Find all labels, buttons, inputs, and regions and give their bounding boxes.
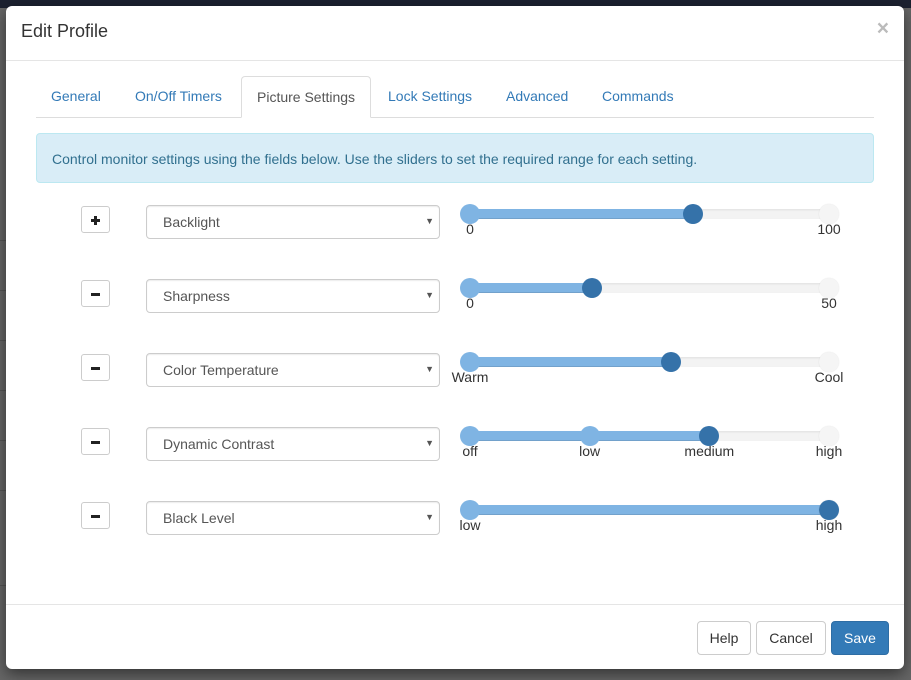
slider-min-handle[interactable] [460,426,480,446]
remove-setting-button[interactable] [81,280,110,307]
setting-select-value: Black Level [163,510,235,526]
slider-min-handle[interactable] [460,500,480,520]
slider-tick-label: high [815,443,843,459]
setting-select-value: Sharpness [163,288,230,304]
range-slider[interactable]: 0 100 [460,204,841,237]
slider-value-handle[interactable] [682,204,703,224]
range-slider[interactable]: Warm Cool [452,352,843,385]
tab-general[interactable]: General [36,76,116,116]
tab-bar: General On/Off Timers Picture Settings L… [36,76,874,118]
slider-max-label: 50 [821,295,837,311]
slider-fill [470,505,829,515]
setting-select[interactable]: Dynamic Contrast ▼ [146,427,440,461]
tab-commands[interactable]: Commands [587,76,689,116]
modal-footer: Help Cancel Save [6,604,904,670]
setting-select[interactable]: Black Level ▼ [146,501,440,535]
range-slider[interactable]: low high [459,500,842,533]
setting-select[interactable]: Sharpness ▼ [146,279,440,313]
slider-max-label: 100 [817,221,841,237]
chevron-down-icon: ▼ [425,216,434,226]
slider-min-handle[interactable] [460,204,480,224]
setting-row: Backlight ▼ 0 100 [6,204,904,266]
add-setting-button[interactable] [81,206,110,233]
setting-row: Color Temperature ▼ Warm Cool [6,352,904,414]
chevron-down-icon: ▼ [425,364,434,374]
slider-value-handle[interactable] [819,500,839,520]
slider-tick-label: low [579,443,601,459]
slider-value-handle[interactable] [661,352,682,372]
slider-value-handle[interactable] [582,278,603,298]
setting-select-value: Color Temperature [163,362,279,378]
setting-row: Sharpness ▼ 0 50 [6,278,904,340]
tab-on-off-timers[interactable]: On/Off Timers [120,76,237,116]
cancel-button[interactable]: Cancel [756,621,826,655]
modal-header: Edit Profile × [6,6,904,61]
slider-max-label: Cool [814,369,844,385]
setting-select[interactable]: Color Temperature ▼ [146,353,440,387]
remove-setting-button[interactable] [81,502,110,529]
setting-select-value: Dynamic Contrast [163,436,275,452]
slider-min-handle[interactable] [460,278,480,298]
chevron-down-icon: ▼ [425,512,434,522]
chevron-down-icon: ▼ [425,438,434,448]
range-slider[interactable]: 0 50 [460,278,839,311]
slider-fill [470,357,672,367]
tab-picture-settings[interactable]: Picture Settings [241,76,372,118]
setting-row: Dynamic Contrast ▼ off low medium high [6,426,904,488]
info-alert: Control monitor settings using the field… [36,133,874,183]
setting-row: Black Level ▼ low high [6,500,904,562]
edit-profile-modal: Edit Profile × General On/Off Timers Pic… [6,6,904,669]
setting-select-value: Backlight [163,214,220,230]
slider-fill [470,209,693,219]
chevron-down-icon: ▼ [425,290,434,300]
remove-setting-button[interactable] [81,354,110,381]
close-icon[interactable]: × [877,18,889,39]
remove-setting-button[interactable] [81,428,110,455]
tab-lock-settings[interactable]: Lock Settings [373,76,487,116]
save-button[interactable]: Save [831,621,889,655]
setting-select[interactable]: Backlight ▼ [146,205,440,239]
tab-advanced[interactable]: Advanced [491,76,583,116]
help-button[interactable]: Help [697,621,751,655]
modal-title: Edit Profile [21,21,109,41]
slider-fill [470,283,593,293]
slider-min-handle[interactable] [460,352,480,372]
range-slider[interactable]: off low medium high [460,426,842,459]
